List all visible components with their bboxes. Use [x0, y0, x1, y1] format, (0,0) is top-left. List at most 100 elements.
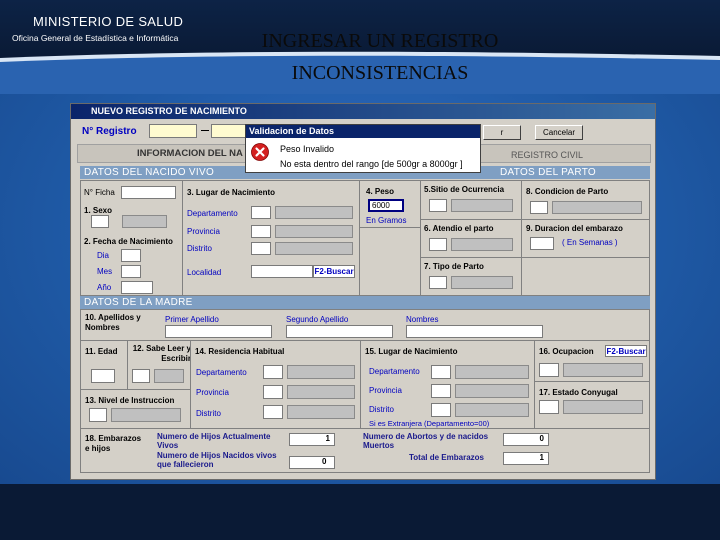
- nac-departamento-desc: [275, 206, 353, 219]
- en-semanas-label: ( En Semanas ): [562, 238, 618, 247]
- org-title: MINISTERIO DE SALUD: [33, 14, 184, 29]
- hijos-vivos-input[interactable]: 1: [289, 433, 335, 446]
- nac-provincia-input[interactable]: [251, 225, 271, 238]
- res-distrito-input[interactable]: [263, 405, 283, 419]
- en-gramos-label: En Gramos: [366, 216, 407, 225]
- tab-registro-civil[interactable]: REGISTRO CIVIL: [511, 150, 583, 160]
- sabe-leer-desc: [154, 369, 184, 383]
- section-madre-title: DATOS DE LA MADRE: [84, 297, 193, 308]
- nac-departamento-label: Departamento: [187, 209, 238, 218]
- panel-duracion: 9. Duracion del embarazo ( En Semanas ): [521, 219, 650, 258]
- ocupacion-desc: [563, 363, 643, 377]
- panel-blank: [359, 227, 421, 296]
- duracion-label: 9. Duracion del embarazo: [526, 224, 623, 233]
- panel-nivel-instruccion: 13. Nivel de Instruccion: [80, 389, 191, 429]
- panel-condicion: 8. Condicion de Parto: [521, 180, 650, 220]
- dia-input[interactable]: [121, 249, 141, 262]
- nac-provincia-label: Provincia: [187, 227, 220, 236]
- condicion-input[interactable]: [530, 201, 548, 214]
- window-title: NUEVO REGISTRO DE NACIMIENTO: [71, 104, 655, 119]
- segundo-apellido-label: Segundo Apellido: [286, 315, 349, 324]
- segundo-apellido-input[interactable]: [286, 325, 393, 338]
- anio-input[interactable]: [121, 281, 153, 294]
- nac-departamento-input[interactable]: [251, 206, 271, 219]
- madre-distrito-input[interactable]: [431, 403, 451, 417]
- f2-buscar-ocupacion[interactable]: F2-Buscar: [605, 345, 647, 357]
- edad-label: 11. Edad: [85, 347, 118, 356]
- edad-input[interactable]: [91, 369, 115, 383]
- hijos-vivos-label: Numero de Hijos Actualmente Vivos: [157, 432, 271, 450]
- tipo-parto-label: 7. Tipo de Parto: [424, 262, 484, 271]
- slide-title-line2: INCONSISTENCIAS: [291, 62, 469, 84]
- atendio-input[interactable]: [429, 238, 447, 251]
- accept-button[interactable]: r: [483, 125, 521, 140]
- total-embarazos-input[interactable]: 1: [503, 452, 549, 465]
- panel-estado-conyugal: 17. Estado Conyugal: [534, 381, 650, 429]
- dia-label: Dia: [97, 251, 110, 260]
- tab-informacion[interactable]: INFORMACION DEL NA: [137, 148, 243, 159]
- nombres-input[interactable]: [406, 325, 543, 338]
- n-registro-label: N° Registro: [82, 126, 137, 137]
- section-nacido-title: DATOS DEL NACIDO VIVO: [84, 167, 215, 178]
- peso-label: 4. Peso: [366, 187, 395, 196]
- panel-ocupacion: 16. Ocupacion F2-Buscar: [534, 340, 650, 382]
- panel-parto-blank: [521, 257, 650, 296]
- nac-provincia-desc: [275, 225, 353, 238]
- cancel-button[interactable]: Cancelar: [535, 125, 583, 140]
- peso-input[interactable]: 6000: [368, 199, 404, 212]
- ocupacion-input[interactable]: [539, 363, 559, 377]
- sabe-leer-input[interactable]: [132, 369, 150, 383]
- panel-lugar-nac-madre: 15. Lugar de Nacimiento Departamento Pro…: [360, 340, 535, 429]
- tipo-parto-desc: [451, 276, 513, 289]
- nivel-instruccion-desc: [111, 408, 181, 422]
- sexo-input[interactable]: [91, 215, 109, 228]
- hijos-fallecidos-input[interactable]: 0: [289, 456, 335, 469]
- section-parto-title: DATOS DEL PARTO: [500, 167, 597, 178]
- abortos-input[interactable]: 0: [503, 433, 549, 446]
- panel-lugar-nacimiento: 3. Lugar de Nacimiento Departamento Prov…: [182, 180, 360, 296]
- nac-localidad-input[interactable]: [251, 265, 313, 278]
- panel-apellidos: 10. Apellidos y Nombres Primer Apellido …: [80, 309, 650, 341]
- panel-sabe-leer: 12. Sabe Leer y Escribir: [127, 340, 191, 390]
- res-departamento-desc: [287, 365, 355, 379]
- ocupacion-label: 16. Ocupacion: [539, 347, 594, 356]
- anio-label: Año: [97, 283, 112, 292]
- atendio-desc: [451, 238, 513, 251]
- res-provincia-input[interactable]: [263, 385, 283, 399]
- sitio-desc: [451, 199, 513, 212]
- primer-apellido-input[interactable]: [165, 325, 272, 338]
- sitio-input[interactable]: [429, 199, 447, 212]
- mes-label: Mes: [97, 267, 113, 276]
- embarazos-label: 18. Embarazos e hijos: [85, 434, 142, 453]
- estado-conyugal-input[interactable]: [539, 400, 559, 414]
- estado-conyugal-desc: [563, 400, 643, 414]
- duracion-input[interactable]: [530, 237, 554, 250]
- panel-ficha-sexo-fecha: N° Ficha 1. Sexo 2. Fecha de Nacimiento …: [80, 180, 183, 296]
- nivel-instruccion-label: 13. Nivel de Instruccion: [85, 396, 175, 405]
- res-departamento-input[interactable]: [263, 365, 283, 379]
- res-distrito-desc: [287, 405, 355, 419]
- lugar-nac-label: 3. Lugar de Nacimiento: [187, 188, 276, 197]
- n-ficha-input[interactable]: [121, 186, 176, 199]
- org-subtitle: Oficina General de Estadística e Informá…: [12, 33, 179, 43]
- tipo-parto-input[interactable]: [429, 276, 447, 289]
- hijos-fallecidos-label: Numero de Hijos Nacidos vivos que fallec…: [157, 451, 277, 469]
- panel-residencia: 14. Residencia Habitual Departamento Pro…: [190, 340, 361, 429]
- madre-departamento-input[interactable]: [431, 365, 451, 379]
- n-registro-input[interactable]: [149, 124, 197, 138]
- nac-localidad-label: Localidad: [187, 268, 222, 277]
- validation-dialog: Validacion de Datos Peso Invalido No est…: [245, 124, 481, 173]
- error-icon: [251, 143, 269, 161]
- f2-buscar-localidad[interactable]: F2-Buscar: [313, 265, 355, 278]
- nac-distrito-input[interactable]: [251, 242, 271, 255]
- condicion-label: 8. Condicion de Parto: [526, 187, 609, 196]
- sexo-desc: [122, 215, 167, 228]
- total-embarazos-label: Total de Embarazos: [409, 453, 484, 462]
- panel-embarazos: 18. Embarazos e hijos Numero de Hijos Ac…: [80, 428, 650, 473]
- madre-provincia-input[interactable]: [431, 384, 451, 398]
- madre-lugar-nac-label: 15. Lugar de Nacimiento: [365, 347, 458, 356]
- mes-input[interactable]: [121, 265, 141, 278]
- sexo-label: 1. Sexo: [84, 206, 113, 215]
- nivel-instruccion-input[interactable]: [89, 408, 107, 422]
- nac-distrito-label: Distrito: [187, 244, 212, 253]
